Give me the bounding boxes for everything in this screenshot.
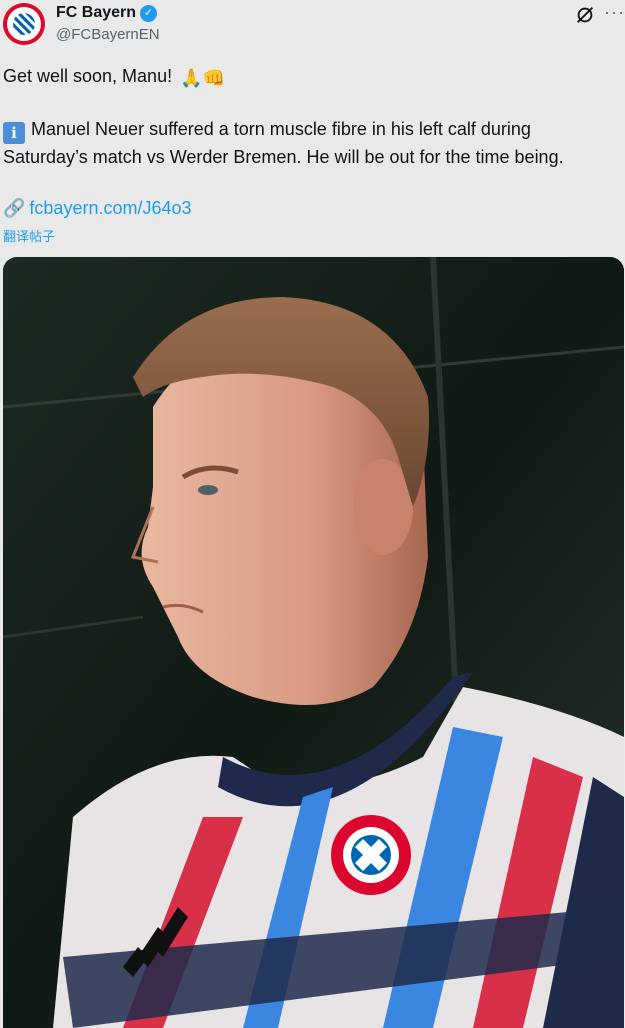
avatar[interactable]: [3, 3, 45, 45]
fc-bayern-logo-icon: [7, 7, 41, 41]
greeting-text: Get well soon, Manu!: [3, 66, 173, 86]
translate-post-link[interactable]: 翻译帖子: [3, 226, 55, 245]
post-link-row: 🔗 fcbayern.com/J64o3: [3, 195, 192, 221]
post-header: FC Bayern ✓ @FCBayernEN ···: [0, 0, 625, 56]
bavarian-diamonds: [13, 13, 35, 35]
post-photo[interactable]: [3, 257, 624, 1028]
account-name[interactable]: FC Bayern: [56, 4, 136, 22]
post-body-text: Manuel Neuer suffered a torn muscle fibr…: [3, 119, 564, 167]
post-info-paragraph: i Manuel Neuer suffered a torn muscle fib…: [3, 116, 603, 170]
more-icon[interactable]: ···: [604, 2, 625, 23]
player-photo-illustration: [3, 257, 624, 1028]
post-line-1: Get well soon, Manu! 🙏👊: [3, 63, 225, 91]
info-icon: i: [3, 122, 25, 144]
fc-bayern-crest-icon: [331, 815, 411, 895]
link-icon: 🔗: [3, 198, 26, 218]
post-link[interactable]: fcbayern.com/J64o3: [29, 198, 191, 218]
grok-icon[interactable]: [574, 4, 596, 26]
account-handle[interactable]: @FCBayernEN: [56, 26, 160, 43]
verified-badge-icon: ✓: [140, 4, 158, 22]
name-row: FC Bayern ✓: [56, 4, 158, 22]
emoji-icons: 🙏👊: [180, 68, 225, 88]
